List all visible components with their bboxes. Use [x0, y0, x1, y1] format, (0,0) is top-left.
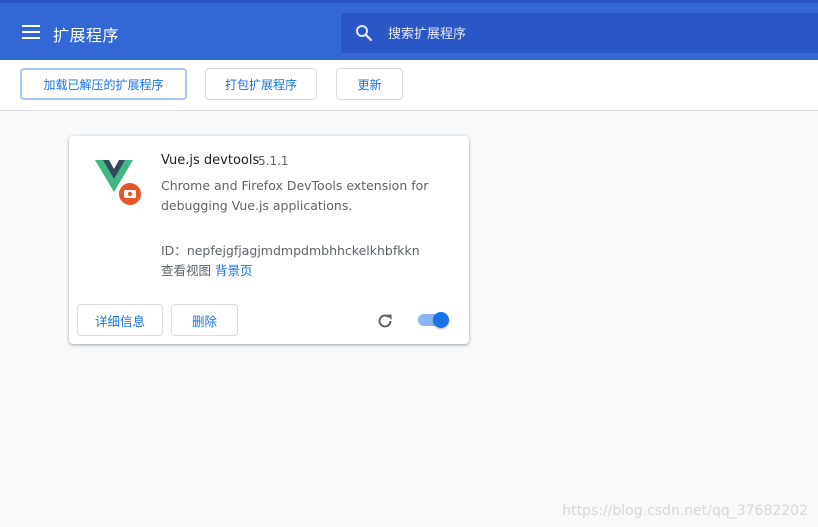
toggle-knob — [433, 312, 449, 328]
inspect-views-row: 查看视图 背景页 — [161, 260, 253, 279]
search-icon — [356, 25, 373, 42]
search-box[interactable] — [341, 13, 818, 53]
developer-toolbar: 加载已解压的扩展程序 打包扩展程序 更新 — [0, 60, 818, 111]
load-unpacked-button[interactable]: 加载已解压的扩展程序 — [20, 68, 187, 100]
extension-id-row: ID：nepfejgfjagjmdmpdmbhhckelkhbfkkn — [161, 240, 420, 259]
watermark: https://blog.csdn.net/qq_37682202 — [562, 503, 808, 519]
enable-toggle[interactable] — [418, 312, 450, 328]
update-button[interactable]: 更新 — [336, 68, 403, 100]
extensions-page: 扩展程序 加载已解压的扩展程序 打包扩展程序 更新 Vue.js devtool… — [0, 0, 818, 527]
search-input[interactable] — [386, 21, 790, 47]
extension-name: Vue.js devtools — [161, 153, 260, 168]
vue-devtools-logo-icon — [95, 160, 141, 205]
hamburger-menu-icon — [22, 25, 40, 39]
remove-button[interactable]: 删除 — [171, 304, 238, 336]
page-title: 扩展程序 — [53, 26, 120, 45]
extension-description: Chrome and Firefox DevTools extension fo… — [161, 178, 429, 213]
inspect-views-label: 查看视图 — [161, 263, 212, 278]
background-page-link[interactable]: 背景页 — [215, 263, 253, 278]
extension-id-value: nepfejgfjagjmdmpdmbhhckelkhbfkkn — [186, 243, 420, 258]
reload-icon[interactable] — [376, 312, 394, 330]
extension-version: 5.1.1 — [258, 154, 289, 168]
pack-extension-button[interactable]: 打包扩展程序 — [205, 68, 317, 100]
header-bar: 扩展程序 — [0, 0, 818, 60]
extension-card: Vue.js devtools 5.1.1 Chrome and Firefox… — [69, 136, 469, 344]
extension-id-label: ID： — [161, 243, 187, 258]
main-menu-button[interactable] — [18, 21, 44, 43]
details-button[interactable]: 详细信息 — [77, 304, 163, 336]
